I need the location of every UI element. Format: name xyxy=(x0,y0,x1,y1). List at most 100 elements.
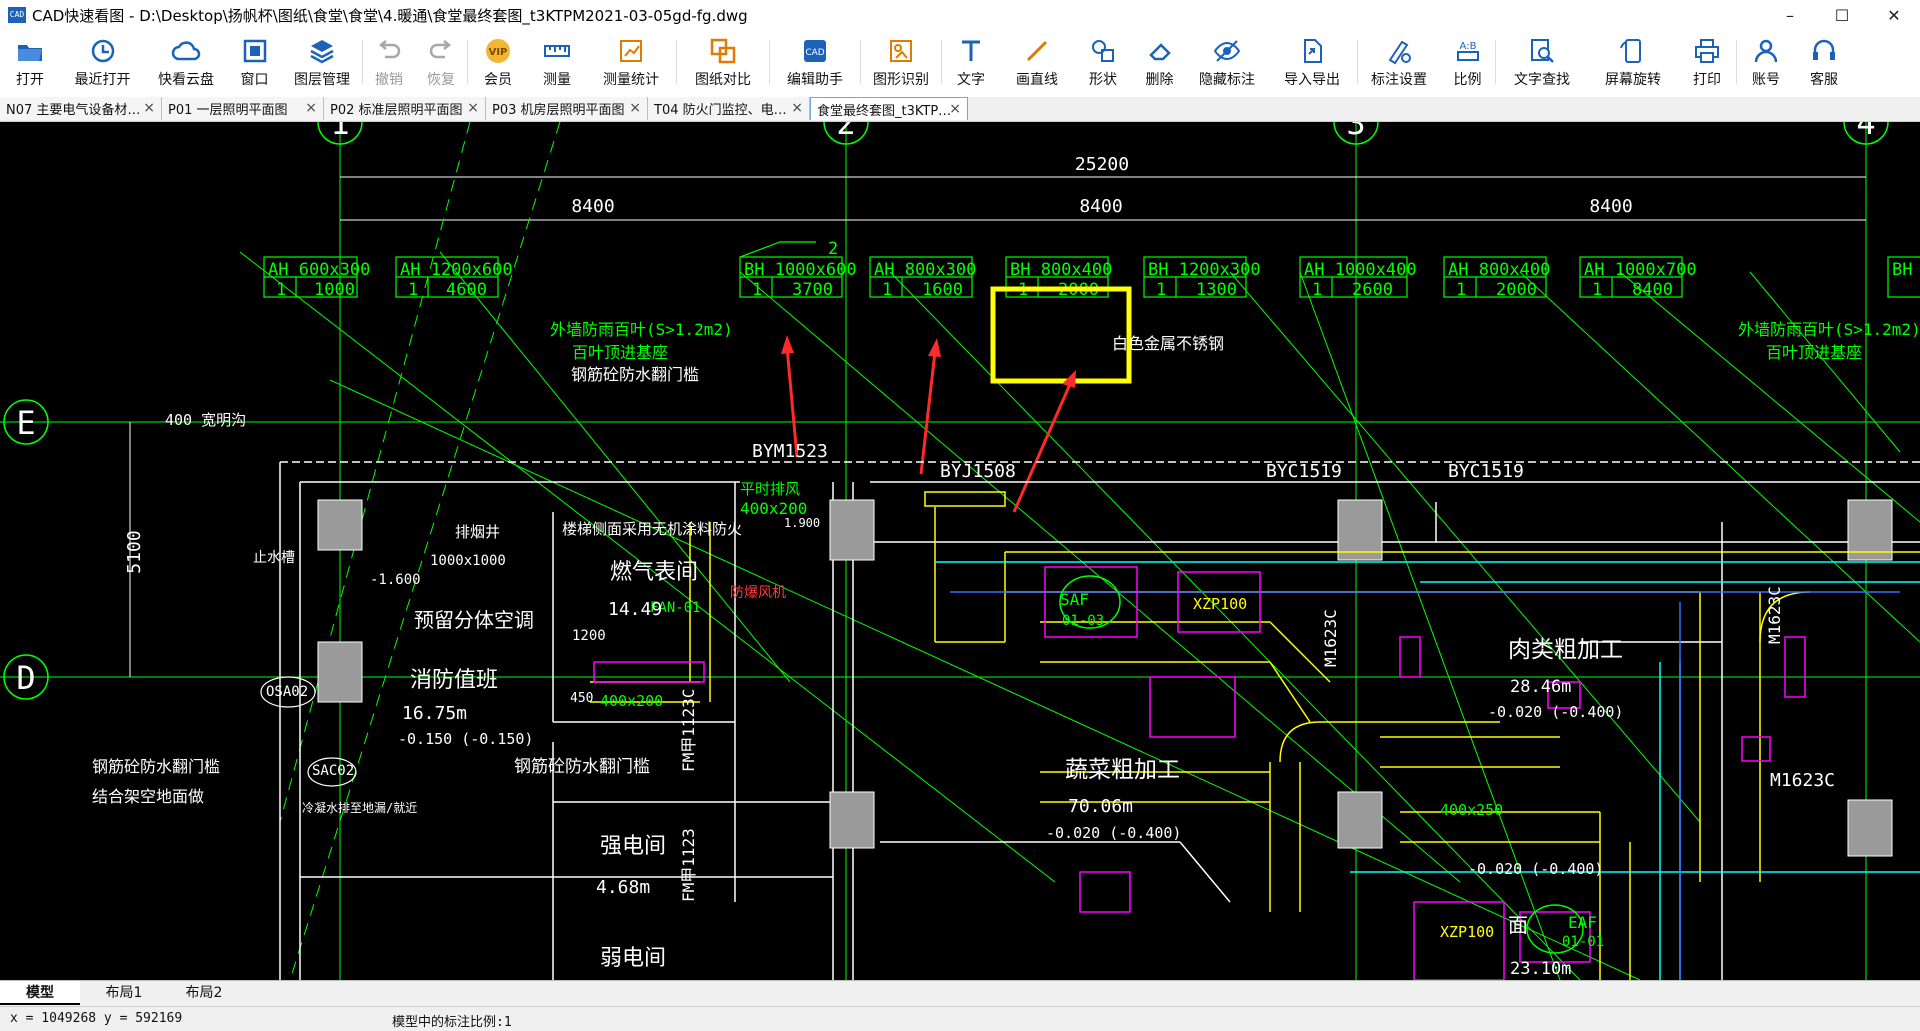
note-small-1900: 1.900 xyxy=(784,516,820,530)
toolbar-button-23[interactable]: 打印 xyxy=(1678,30,1736,94)
toolbar-button-5[interactable]: 撤销 xyxy=(363,30,415,94)
toolbar-button-22[interactable]: 屏幕旋转 xyxy=(1588,30,1678,94)
tag-2-a: 1 xyxy=(408,280,418,300)
toolbar-button-1[interactable]: 最近打开 xyxy=(60,30,145,94)
doc-tab-3[interactable]: P03 机房层照明平面图 × xyxy=(486,97,648,120)
toolbar-button-19[interactable]: 标注设置 xyxy=(1358,30,1440,94)
label-osa: OSA02 xyxy=(266,684,308,700)
room-face: 面 xyxy=(1508,913,1528,937)
close-tab-icon[interactable]: × xyxy=(143,100,155,116)
door-m-3: M1623C xyxy=(1770,770,1835,791)
close-tab-icon[interactable]: × xyxy=(467,100,479,116)
layout-tab-1[interactable]: 布局1 xyxy=(88,981,160,1003)
tag-3-a: 1 xyxy=(752,280,762,300)
door-m-2: M1623C xyxy=(1765,586,1784,644)
note-louver-left-2: 百叶顶进基座 xyxy=(572,343,668,362)
toolbar-button-6[interactable]: 恢复 xyxy=(415,30,467,94)
close-tab-icon[interactable]: × xyxy=(949,101,961,117)
toolbar-button-label: 恢复 xyxy=(427,72,455,88)
note-reserved-ac: 预留分体空调 xyxy=(414,608,534,632)
svg-text:VIP: VIP xyxy=(489,47,508,58)
tag-9-b: 8400 xyxy=(1632,280,1673,300)
doc-tab-2[interactable]: P02 标准层照明平面图 × xyxy=(324,97,486,120)
toolbar-button-3[interactable]: 窗口 xyxy=(227,30,282,94)
toolbar-button-15[interactable]: 形状 xyxy=(1074,30,1132,94)
tag-10-top: BH xyxy=(1892,260,1912,280)
toolbar-button-label: 屏幕旋转 xyxy=(1605,72,1661,88)
layout-tab-2[interactable]: 布局2 xyxy=(168,981,240,1003)
close-tab-icon[interactable]: × xyxy=(791,100,803,116)
close-window-button[interactable]: ✕ xyxy=(1868,0,1920,30)
maximize-button[interactable]: ☐ xyxy=(1816,0,1868,30)
tag-3-top: BH 1000x600 xyxy=(744,260,857,280)
toolbar-button-label: 图纸对比 xyxy=(695,72,751,88)
annotation-settings-icon xyxy=(1384,36,1414,66)
doc-tab-0[interactable]: N07 主要电气设备材… × xyxy=(0,97,162,120)
note-duct-400b: 400x200 xyxy=(600,692,663,710)
door-m-1: M1623C xyxy=(1321,609,1340,667)
toolbar-button-0[interactable]: 打开 xyxy=(0,30,60,94)
room-weak: 弱电间 xyxy=(600,946,666,971)
tag-6-a: 1 xyxy=(1156,280,1166,300)
toolbar-button-14[interactable]: 画直线 xyxy=(1000,30,1074,94)
tag-1-top: AH 600x300 xyxy=(268,260,370,280)
room-veg-level: -0.020 (-0.400) xyxy=(1046,824,1181,842)
note-stop-valve: 止水槽 xyxy=(253,550,295,566)
close-tab-icon[interactable]: × xyxy=(629,100,641,116)
layout-tab-0[interactable]: 模型 xyxy=(0,981,80,1005)
toolbar-button-10[interactable]: 图纸对比 xyxy=(677,30,769,94)
toolbar-button-label: 图形识别 xyxy=(873,72,929,88)
clock-history-icon xyxy=(88,36,118,66)
note-frame: 结合架空地面做 xyxy=(92,787,204,806)
doc-tab-5[interactable]: 食堂最终套图_t3KTP… × xyxy=(810,97,968,120)
toolbar-button-21[interactable]: 文字查找 xyxy=(1496,30,1588,94)
shape-recognize-icon xyxy=(886,36,916,66)
import-export-icon xyxy=(1297,36,1327,66)
doc-tab-label: P03 机房层照明平面图 xyxy=(492,103,625,118)
toolbar-button-13[interactable]: 文字 xyxy=(942,30,1000,94)
highlight-box xyxy=(990,286,1132,384)
note-stair: 楼梯侧面采用无机涂料防火 xyxy=(562,520,742,538)
text-search-icon xyxy=(1527,36,1557,66)
annotation-scale: 模型中的标注比例:1 xyxy=(392,1015,512,1030)
toolbar-button-12[interactable]: 图形识别 xyxy=(861,30,941,94)
toolbar-button-label: 打印 xyxy=(1693,72,1721,88)
ruler-icon xyxy=(542,36,572,66)
toolbar-button-label: 打开 xyxy=(16,72,44,88)
toolbar-button-2[interactable]: 快看云盘 xyxy=(145,30,227,94)
toolbar-button-11[interactable]: CAD 编辑助手 xyxy=(770,30,860,94)
doc-tab-4[interactable]: T04 防火门监控、电… × xyxy=(648,97,810,120)
room-last-area: 23.10m xyxy=(1510,959,1571,979)
note-level-1: -1.600 xyxy=(370,572,421,588)
close-tab-icon[interactable]: × xyxy=(305,100,317,116)
layers-icon xyxy=(307,36,337,66)
note-sill-left: 钢筋砼防水翻门槛 xyxy=(92,757,220,776)
toolbar-button-8[interactable]: 测量 xyxy=(528,30,586,94)
tag-4-a: 1 xyxy=(882,280,892,300)
tag-1-a: 1 xyxy=(276,280,286,300)
room-fire-level: -0.150 (-0.150) xyxy=(398,730,533,748)
account-icon xyxy=(1751,36,1781,66)
toolbar-button-20[interactable]: A:B 比例 xyxy=(1440,30,1495,94)
doc-tab-1[interactable]: P01 一层照明平面图 × xyxy=(162,97,324,120)
compare-icon xyxy=(708,36,738,66)
toolbar-button-25[interactable]: 客服 xyxy=(1795,30,1853,94)
toolbar-button-17[interactable]: 隐藏标注 xyxy=(1187,30,1267,94)
note-sill: 钢筋砼防水翻门槛 xyxy=(571,365,699,384)
doc-tab-label: P02 标准层照明平面图 xyxy=(330,103,463,118)
tag-2-top: AH 1200x600 xyxy=(400,260,513,280)
note-exhaust-fan: 防爆风机 xyxy=(730,585,786,601)
toolbar-button-9[interactable]: 测量统计 xyxy=(586,30,676,94)
toolbar-button-18[interactable]: 导入导出 xyxy=(1267,30,1357,94)
toolbar-button-7[interactable]: VIP 会员 xyxy=(468,30,528,94)
note-drain: 冷凝水排至地漏/就近 xyxy=(302,800,417,815)
drawing-canvas[interactable]: 1 2 3 4 E D 25200 8400 8400 8400 5100 AH… xyxy=(0,122,1920,980)
toolbar-button-24[interactable]: 账号 xyxy=(1737,30,1795,94)
toolbar-button-16[interactable]: 删除 xyxy=(1132,30,1187,94)
toolbar-button-label: 客服 xyxy=(1810,72,1838,88)
toolbar-button-4[interactable]: 图层管理 xyxy=(282,30,362,94)
tag-8-b: 2000 xyxy=(1496,280,1537,300)
tag-3-b: 3700 xyxy=(792,280,833,300)
minimize-button[interactable]: – xyxy=(1764,0,1816,30)
xzp-1: XZP100 xyxy=(1193,595,1247,613)
